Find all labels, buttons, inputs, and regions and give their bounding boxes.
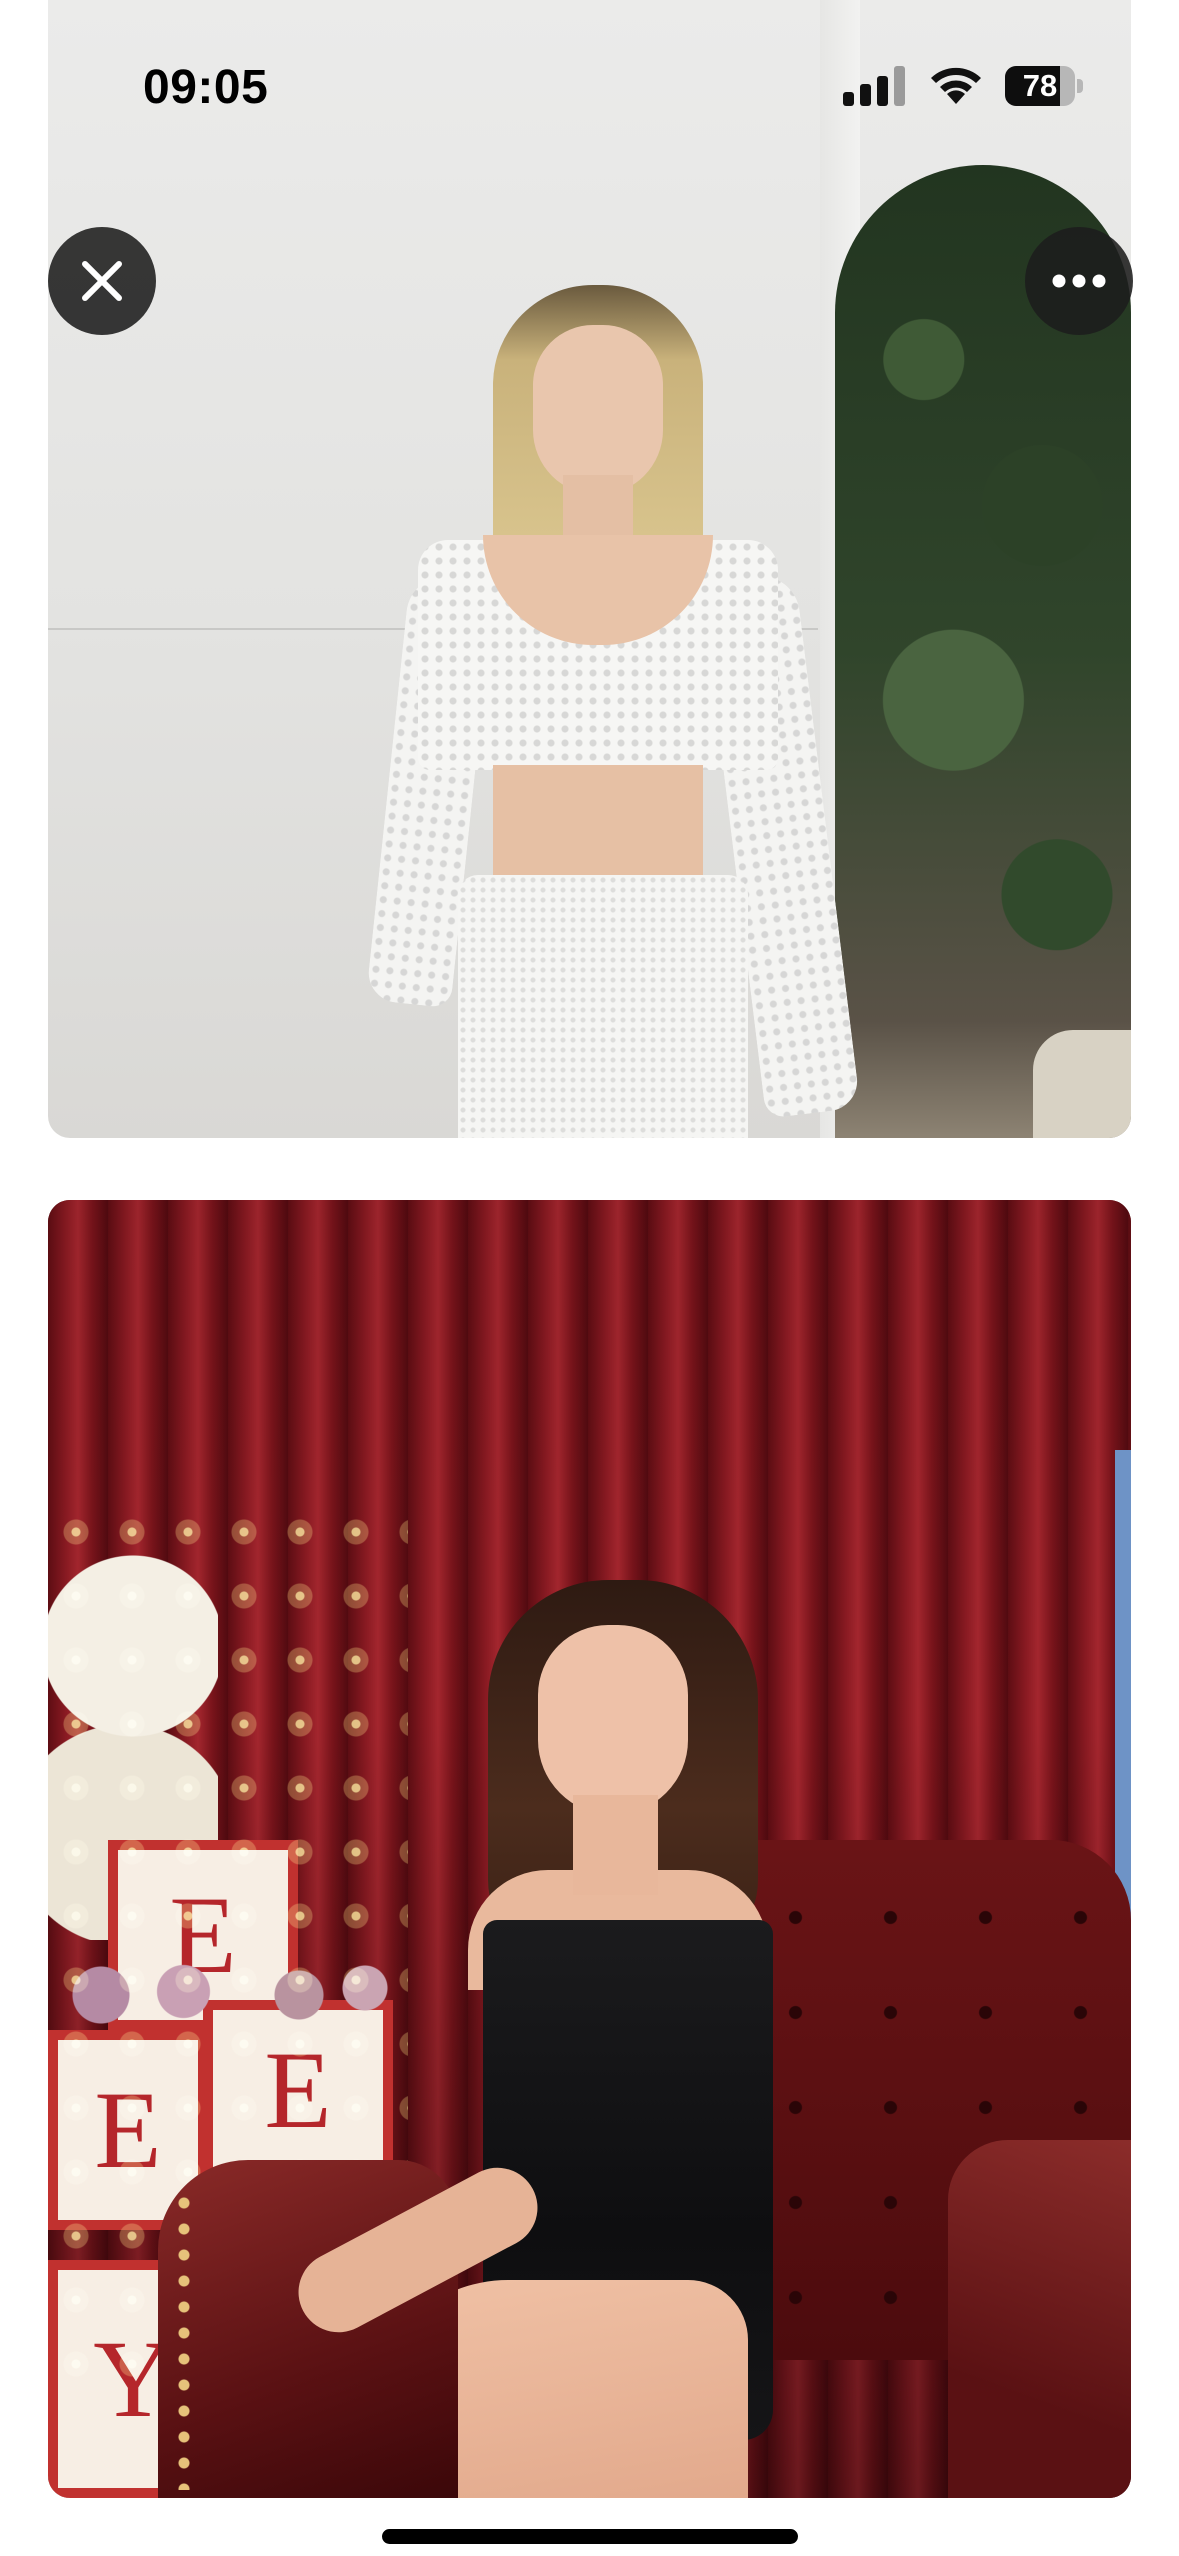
- neck: [573, 1795, 658, 1895]
- face: [533, 325, 663, 495]
- plant-pot: [1033, 1030, 1131, 1138]
- more-button[interactable]: [1025, 227, 1133, 335]
- photo-2[interactable]: E E E Y: [48, 1200, 1131, 2498]
- person-black-dress: [368, 1580, 938, 2498]
- battery-cap: [1077, 79, 1083, 93]
- cellular-signal-icon: [843, 66, 905, 106]
- crochet-skirt: [458, 875, 748, 1138]
- sofa-arm-right: [948, 2140, 1131, 2498]
- person-white-outfit: [365, 285, 861, 1138]
- status-time: 09:05: [143, 61, 269, 114]
- close-icon: [82, 261, 122, 301]
- face: [538, 1625, 688, 1815]
- battery-body: 78: [1005, 66, 1075, 106]
- legs: [368, 2280, 748, 2498]
- waist: [493, 765, 703, 885]
- wifi-icon: [931, 67, 981, 104]
- battery-icon: 78: [1005, 66, 1083, 106]
- more-horizontal-icon: [1052, 274, 1106, 288]
- home-indicator[interactable]: [382, 2529, 798, 2544]
- photo-1[interactable]: [48, 0, 1131, 1138]
- close-button[interactable]: [48, 227, 156, 335]
- battery-percent: 78: [1022, 68, 1058, 103]
